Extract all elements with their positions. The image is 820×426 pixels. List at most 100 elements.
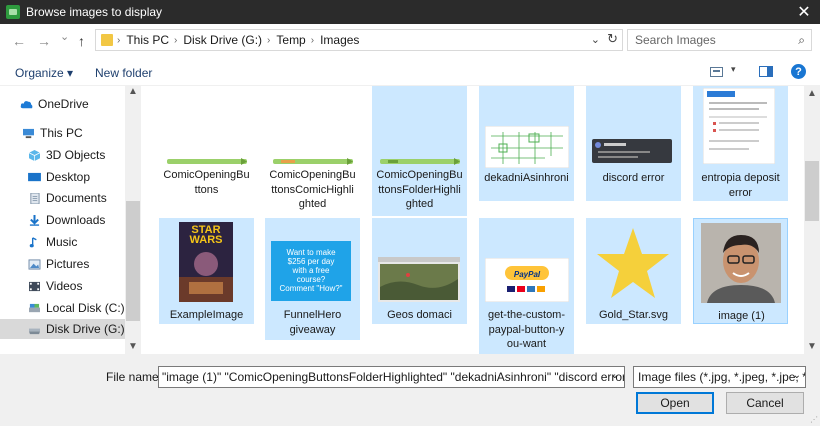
file-name-label: File name: bbox=[106, 370, 163, 384]
address-bar[interactable]: › This PC › Disk Drive (G:) › Temp › Ima… bbox=[95, 29, 623, 51]
open-button[interactable]: Open bbox=[636, 392, 714, 414]
file-thumbnail bbox=[701, 223, 781, 303]
search-placeholder: Search Images bbox=[635, 33, 716, 47]
forward-arrow-icon[interactable]: → bbox=[37, 33, 51, 49]
breadcrumb-disk-drive[interactable]: Disk Drive (G:) bbox=[183, 33, 262, 47]
sidebar-item-label: Desktop bbox=[46, 170, 91, 184]
chevron-down-icon[interactable]: ⌄ bbox=[591, 33, 600, 46]
back-arrow-icon[interactable]: ← bbox=[12, 33, 26, 49]
breadcrumb-temp[interactable]: Temp bbox=[276, 33, 305, 47]
file-thumbnail bbox=[485, 126, 569, 168]
refresh-icon[interactable]: ↻ bbox=[607, 31, 618, 47]
title-bar: Browse images to display ✕ bbox=[0, 0, 820, 24]
dialog-footer: File name: "image (1)" "ComicOpeningButt… bbox=[0, 354, 820, 426]
sidebar-scrollbar[interactable]: ▲ ▼ bbox=[125, 86, 141, 354]
search-icon[interactable]: ⌕ bbox=[798, 33, 805, 48]
file-name: dekadniAsinhroni bbox=[484, 172, 569, 184]
file-item-image-1[interactable]: image (1) bbox=[693, 218, 788, 324]
organize-button[interactable]: Organize ▾ bbox=[15, 66, 73, 80]
resize-grip-icon[interactable]: ⋰ bbox=[810, 415, 818, 424]
sidebar-item-label: Local Disk (C:) bbox=[46, 301, 125, 315]
cancel-button[interactable]: Cancel bbox=[726, 392, 804, 414]
file-name: FunnelHero giveaway bbox=[283, 309, 342, 336]
sidebar-item-label: This PC bbox=[40, 126, 83, 140]
file-name-value: "image (1)" "ComicOpeningButtonsFolderHi… bbox=[162, 370, 625, 384]
file-item-gold-star[interactable]: Gold_Star.svg bbox=[586, 218, 681, 324]
sidebar-item-videos[interactable]: Videos bbox=[28, 276, 125, 296]
chevron-down-icon[interactable]: ⌄ bbox=[793, 370, 801, 381]
file-list-scrollbar[interactable]: ▲ ▼ bbox=[804, 86, 820, 354]
file-name: Gold_Star.svg bbox=[598, 309, 669, 321]
sidebar-item-label: OneDrive bbox=[38, 97, 89, 111]
drive-icon bbox=[29, 303, 40, 312]
file-name: Geos domaci bbox=[387, 309, 452, 321]
up-arrow-icon[interactable]: ↑ bbox=[78, 33, 85, 49]
thumbnail-text: Want to make $256 per day with a free co… bbox=[279, 248, 343, 293]
sidebar-item-local-disk[interactable]: Local Disk (C:) bbox=[28, 298, 125, 318]
file-type-select[interactable]: Image files (*.jpg, *.jpeg, *.jpe, * ⌄ bbox=[633, 366, 806, 388]
view-icon[interactable] bbox=[710, 67, 723, 77]
paypal-logo-text: PayPal bbox=[513, 270, 541, 279]
preview-pane-icon[interactable] bbox=[759, 66, 773, 77]
chevron-down-icon[interactable]: ▼ bbox=[807, 341, 817, 352]
window-title: Browse images to display bbox=[26, 5, 163, 19]
sidebar-item-pictures[interactable]: Pictures bbox=[28, 254, 125, 274]
file-name: discord error bbox=[602, 172, 665, 184]
chevron-down-icon[interactable]: ⌄ bbox=[611, 370, 619, 381]
breadcrumb-separator: › bbox=[174, 34, 178, 46]
chevron-up-icon[interactable]: ▲ bbox=[807, 88, 817, 99]
search-input[interactable]: Search Images ⌕ bbox=[627, 29, 812, 51]
file-item-paypal[interactable]: PayPal get-the-custom- paypal-button-y o… bbox=[479, 218, 574, 354]
sidebar-item-onedrive[interactable]: OneDrive bbox=[20, 94, 125, 114]
folder-icon bbox=[101, 34, 113, 46]
file-item-dekadni[interactable]: dekadniAsinhroni bbox=[479, 86, 574, 201]
file-item-geos[interactable]: Geos domaci bbox=[372, 218, 467, 324]
sidebar-item-music[interactable]: Music bbox=[28, 232, 125, 252]
chevron-up-icon[interactable]: ▲ bbox=[128, 86, 138, 97]
close-icon[interactable]: ✕ bbox=[788, 0, 820, 24]
star-icon bbox=[597, 228, 669, 298]
file-item-funnelhero[interactable]: Want to make $256 per day with a free co… bbox=[265, 218, 360, 340]
sidebar-item-documents[interactable]: Documents bbox=[28, 188, 125, 208]
new-folder-button[interactable]: New folder bbox=[95, 66, 152, 80]
cloud-icon bbox=[20, 100, 33, 108]
breadcrumb-images[interactable]: Images bbox=[320, 33, 359, 47]
file-name-input[interactable]: "image (1)" "ComicOpeningButtonsFolderHi… bbox=[158, 366, 625, 388]
file-thumbnail bbox=[273, 158, 353, 165]
sidebar-item-this-pc[interactable]: This PC bbox=[22, 123, 125, 143]
breadcrumb-separator: › bbox=[310, 34, 315, 46]
sidebar-item-desktop[interactable]: Desktop bbox=[28, 167, 125, 187]
file-name: entropia deposit error bbox=[701, 172, 780, 199]
file-name: ComicOpeningBu ttonsFolderHighli ghted bbox=[376, 169, 463, 210]
music-icon bbox=[29, 236, 37, 247]
sidebar-item-3d-objects[interactable]: 3D Objects bbox=[28, 145, 125, 165]
help-icon[interactable]: ? bbox=[791, 64, 806, 79]
sidebar-item-label: Downloads bbox=[46, 213, 106, 227]
chevron-down-icon[interactable]: ▼ bbox=[128, 341, 138, 352]
file-item-discord-error[interactable]: discord error bbox=[586, 86, 681, 201]
file-item-entropia[interactable]: entropia deposit error bbox=[693, 86, 788, 201]
sidebar-item-downloads[interactable]: Downloads bbox=[28, 210, 125, 230]
drive-icon bbox=[29, 328, 40, 334]
sidebar-item-disk-drive[interactable]: Disk Drive (G:) bbox=[0, 319, 125, 339]
file-item-comic-buttons-comic[interactable]: ComicOpeningBu ttonsComicHighli ghted bbox=[265, 86, 360, 216]
chevron-down-icon[interactable]: ▾ bbox=[731, 64, 736, 75]
file-type-value: Image files (*.jpg, *.jpeg, *.jpe, * bbox=[638, 370, 806, 384]
breadcrumb-separator: › bbox=[117, 34, 121, 46]
file-thumbnail bbox=[380, 158, 460, 165]
sidebar-scroll-thumb[interactable] bbox=[126, 201, 140, 321]
breadcrumb-this-pc[interactable]: This PC bbox=[126, 33, 169, 47]
file-item-comic-buttons[interactable]: ComicOpeningBu ttons bbox=[159, 86, 254, 216]
file-item-comic-buttons-folder[interactable]: ComicOpeningBu ttonsFolderHighli ghted bbox=[372, 86, 467, 216]
picture-icon bbox=[28, 258, 41, 270]
file-thumbnail bbox=[703, 88, 775, 164]
file-thumbnail bbox=[378, 257, 460, 302]
file-name: ComicOpeningBu ttonsComicHighli ghted bbox=[269, 169, 356, 210]
cube-icon bbox=[28, 149, 41, 161]
recent-locations-icon[interactable]: ⌄ bbox=[60, 30, 69, 43]
file-item-example-image[interactable]: STAR WARS ExampleImage bbox=[159, 218, 254, 324]
computer-icon bbox=[23, 128, 34, 138]
sidebar-item-label: 3D Objects bbox=[46, 148, 106, 162]
file-list-scroll-thumb[interactable] bbox=[805, 161, 819, 221]
file-name: get-the-custom- paypal-button-y ou-want bbox=[487, 309, 566, 350]
